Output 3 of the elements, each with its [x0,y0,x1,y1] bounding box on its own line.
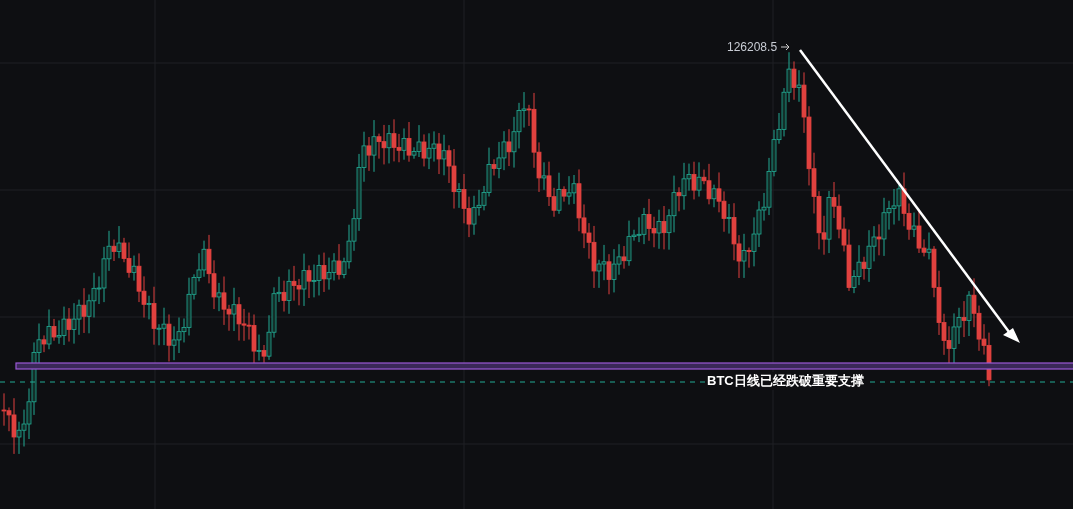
arrow-icon [780,43,790,51]
price-label: 126208.5 [727,40,778,54]
chart-annotation: BTC日线已经跌破重要支撑 [705,372,866,390]
